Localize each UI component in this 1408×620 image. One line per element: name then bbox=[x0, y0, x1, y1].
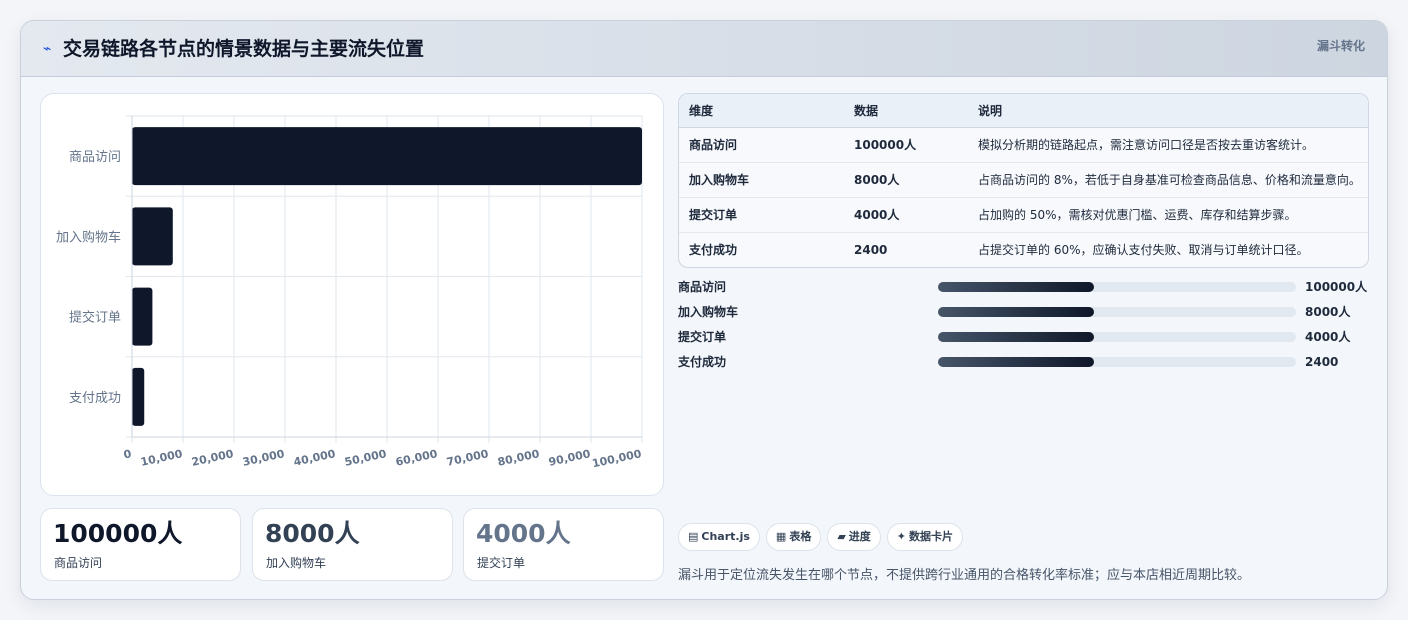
progress-label: 商品访问 bbox=[678, 280, 727, 294]
chip-progress[interactable]: ▰ 进度 bbox=[827, 523, 881, 551]
kpi-value: 8000人 bbox=[265, 519, 360, 548]
x-tick-label: 10,000 bbox=[139, 447, 184, 469]
table-header-row: 维度 数据 说明 bbox=[679, 94, 1368, 128]
progress-row: 商品访问 100000人 bbox=[678, 279, 1369, 304]
progress-value: 2400 bbox=[1305, 355, 1339, 369]
progress-label: 提交订单 bbox=[678, 330, 727, 344]
y-category-label: 商品访问 bbox=[69, 150, 121, 165]
progress-label: 加入购物车 bbox=[678, 305, 739, 319]
progress-track bbox=[938, 307, 1296, 317]
progress-value: 100000人 bbox=[1305, 280, 1368, 294]
kpi-value: 4000人 bbox=[476, 519, 571, 548]
table-cell: 8000人 bbox=[844, 161, 968, 197]
chart-icon: ▤ bbox=[688, 530, 699, 543]
x-tick-label: 80,000 bbox=[496, 447, 541, 469]
funnel-card: ⌁ 交易链路各节点的情景数据与主要流失位置 漏斗转化 0 10,000 20,000… bbox=[20, 20, 1388, 600]
progress-fill bbox=[938, 332, 1094, 342]
table-cell: 模拟分析期的链路起点，需注意访问口径是否按去重访客统计。 bbox=[978, 138, 1315, 152]
x-tick-label: 0 bbox=[122, 447, 133, 461]
chip-label: 表格 bbox=[789, 530, 812, 543]
bar bbox=[132, 287, 153, 346]
chip-data-cards[interactable]: ✦ 数据卡片 bbox=[886, 523, 964, 551]
table-row: 商品访问 100000人 模拟分析期的链路起点，需注意访问口径是否按去重访客统计… bbox=[679, 127, 1368, 162]
chip-chartjs[interactable]: ▤ Chart.js bbox=[678, 523, 760, 551]
y-category-label: 支付成功 bbox=[69, 391, 121, 406]
table-cell: 占加购的 50%，需核对优惠门槛、运费、库存和结算步骤。 bbox=[968, 196, 1368, 232]
progress-value: 4000人 bbox=[1305, 330, 1351, 344]
footnote: 漏斗用于定位流失发生在哪个节点，不提供跨行业通用的合格转化率标准；应与本店相近周… bbox=[678, 568, 1251, 583]
kpi-label: 加入购物车 bbox=[266, 556, 327, 570]
table-cell: 提交订单 bbox=[679, 196, 844, 232]
progress-fill bbox=[938, 282, 1094, 292]
column-header: 说明 bbox=[968, 94, 1368, 128]
table-cell: 加入购物车 bbox=[679, 161, 844, 197]
progress-value: 8000人 bbox=[1305, 305, 1351, 319]
progress-track bbox=[938, 332, 1296, 342]
kpi-card-visits: 100000人 商品访问 bbox=[40, 508, 241, 581]
bolt-icon: ⌁ bbox=[43, 41, 52, 57]
x-tick-label: 40,000 bbox=[292, 447, 337, 469]
progress-track bbox=[938, 357, 1296, 367]
table-icon: ▦ bbox=[775, 530, 787, 543]
progress-label: 支付成功 bbox=[678, 355, 727, 369]
chip-label: Chart.js bbox=[701, 530, 750, 543]
bar bbox=[132, 127, 642, 186]
kpi-card-add-to-cart: 8000人 加入购物车 bbox=[252, 508, 453, 581]
x-tick-label: 100,000 bbox=[591, 447, 643, 470]
chip-label: 进度 bbox=[848, 530, 871, 543]
funnel-table: 维度 数据 说明 商品访问 100000人 模拟分析期的链路起点，需注意访问口径… bbox=[678, 93, 1369, 268]
table-cell: 占商品访问的 8%，若低于自身基准可检查商品信息、价格和流量意向。 bbox=[968, 161, 1368, 197]
y-category-label: 加入购物车 bbox=[56, 229, 121, 245]
chip-label: 数据卡片 bbox=[909, 530, 954, 543]
card-title: 交易链路各节点的情景数据与主要流失位置 bbox=[63, 38, 425, 60]
column-header: 数据 bbox=[844, 94, 968, 128]
funnel-bar-chart: 0 10,000 20,000 30,000 40,000 50,000 60,000 70,… bbox=[40, 93, 664, 496]
table-cell: 4000人 bbox=[844, 196, 968, 232]
kpi-value: 100000人 bbox=[53, 519, 183, 548]
x-tick-label: 60,000 bbox=[394, 447, 439, 469]
table-cell: 2400 bbox=[844, 231, 968, 267]
x-tick-label: 30,000 bbox=[241, 447, 286, 469]
card-header: ⌁ 交易链路各节点的情景数据与主要流失位置 漏斗转化 bbox=[21, 21, 1387, 77]
x-tick-label: 50,000 bbox=[343, 447, 388, 469]
table-cell: 100000人 bbox=[854, 138, 917, 152]
column-header: 维度 bbox=[679, 94, 844, 128]
progress-fill bbox=[938, 307, 1094, 317]
table-cell: 支付成功 bbox=[679, 231, 844, 267]
progress-row: 加入购物车 8000人 bbox=[678, 304, 1369, 329]
table-row: 支付成功 2400 占提交订单的 60%，应确认支付失败、取消与订单统计口径。 bbox=[679, 231, 1368, 267]
progress-track bbox=[938, 282, 1296, 292]
chip-table[interactable]: ▦ 表格 bbox=[765, 523, 822, 551]
y-category-label: 提交订单 bbox=[69, 310, 121, 326]
progress-row: 提交订单 4000人 bbox=[678, 329, 1369, 354]
progress-icon: ▰ bbox=[837, 530, 846, 543]
table-cell: 商品访问 bbox=[689, 138, 738, 152]
bar bbox=[132, 207, 173, 266]
progress-row: 支付成功 2400 bbox=[678, 354, 1369, 379]
progress-fill bbox=[938, 357, 1094, 367]
tech-chips: ▤ Chart.js ▦ 表格 ▰ 进度 ✦ 数据卡片 bbox=[678, 523, 969, 551]
x-tick-label: 20,000 bbox=[190, 447, 235, 469]
kpi-card-orders: 4000人 提交订单 bbox=[463, 508, 664, 581]
chart-canvas: 0 10,000 20,000 30,000 40,000 50,000 60,000 70,… bbox=[56, 115, 643, 470]
table-cell: 占提交订单的 60%，应确认支付失败、取消与订单统计口径。 bbox=[968, 231, 1368, 267]
x-tick-label: 90,000 bbox=[547, 447, 592, 469]
table-row: 加入购物车 8000人 占商品访问的 8%，若低于自身基准可检查商品信息、价格和… bbox=[679, 161, 1368, 197]
x-tick-label: 70,000 bbox=[445, 447, 490, 469]
kpi-label: 提交订单 bbox=[477, 556, 526, 570]
sparkle-icon: ✦ bbox=[896, 530, 907, 543]
table-row: 提交订单 4000人 占加购的 50%，需核对优惠门槛、运费、库存和结算步骤。 bbox=[679, 196, 1368, 232]
bar bbox=[132, 367, 145, 426]
kpi-label: 商品访问 bbox=[54, 556, 103, 570]
progress-list: 商品访问 100000人 加入购物车 8000人 提交订单 4000人 支付成功… bbox=[678, 279, 1369, 379]
category-tag: 漏斗转化 bbox=[1316, 39, 1365, 53]
